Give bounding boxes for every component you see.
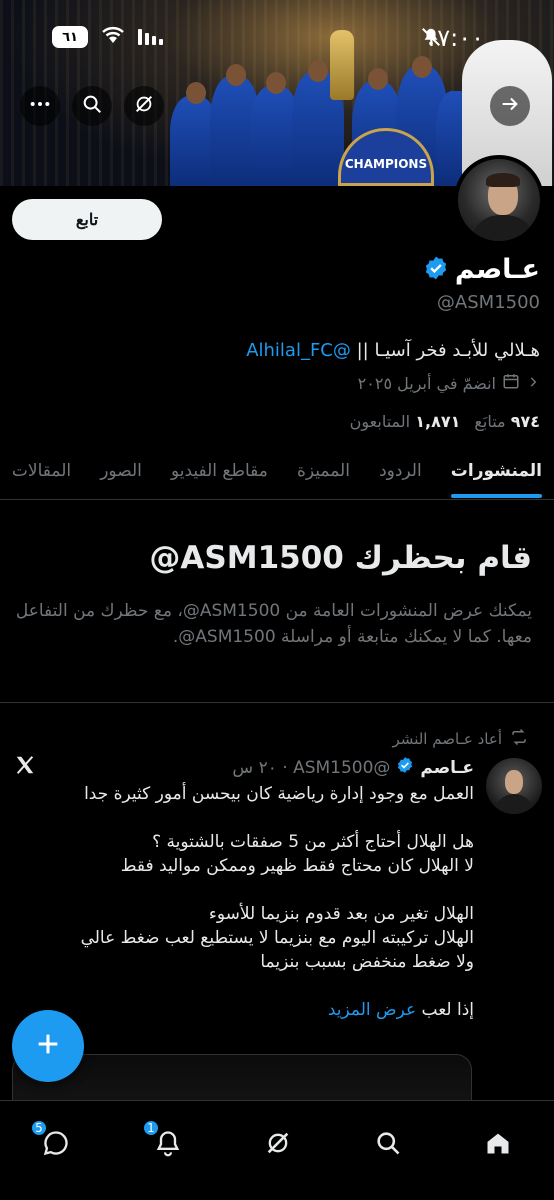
banner-head	[368, 68, 388, 90]
profile-handle: @ASM1500	[436, 292, 540, 313]
tweet-avatar[interactable]	[486, 758, 542, 814]
tab-highlights[interactable]: المميزة	[285, 446, 362, 499]
followers-stat[interactable]: ١,٨٧١ المتابعون	[350, 412, 461, 431]
verified-badge-icon	[396, 756, 414, 779]
tab-photos[interactable]: الصور	[88, 446, 154, 499]
nav-messages[interactable]: 5	[30, 1119, 78, 1167]
tweet-line: ولا ضغط منخفض بسبب بنزيما	[260, 952, 474, 972]
grok-icon	[264, 1129, 292, 1161]
compose-button[interactable]	[12, 1010, 84, 1082]
repost-label: أعاد عـاصم النشر	[392, 730, 502, 748]
blocked-description: يمكنك عرض المنشورات العامة من ASM1500@، …	[15, 601, 532, 647]
bottom-nav: 5 1	[0, 1100, 554, 1200]
tab-posts[interactable]: المنشورات	[439, 446, 554, 499]
joined-date: انضمّ في أبريل ٢٠٢٥	[357, 373, 496, 393]
profile-name-row: عـاصم	[423, 254, 540, 285]
avatar-face	[505, 770, 523, 794]
avatar-suit	[494, 794, 534, 814]
wifi-icon	[100, 25, 126, 49]
followers-count: ١,٨٧١	[415, 412, 461, 431]
profile-tabs: المنشورات الردود المميزة مقاطع الفيديو ا…	[0, 446, 554, 500]
mute-icon	[420, 26, 442, 52]
tweet-header: عـاصم @ASM1500 · ٢٠ س	[232, 756, 474, 779]
grok-icon	[133, 93, 155, 119]
verified-badge-icon	[423, 255, 449, 285]
profile-bio: هـلالي للأبـد فخر آسيـا || @Alhilal_FC	[246, 340, 540, 361]
nav-home[interactable]	[476, 1123, 520, 1167]
tweet-line: العمل مع وجود إدارة رياضية كان بيحسن أمو…	[84, 784, 474, 804]
repost-indicator: أعاد عـاصم النشر	[393, 728, 528, 750]
chevron-icon	[526, 374, 540, 393]
nav-notifications[interactable]: 1	[142, 1119, 190, 1167]
following-label: متابَع	[474, 412, 506, 431]
messages-icon	[42, 1129, 70, 1161]
profile-joined: انضمّ في أبريل ٢٠٢٥	[358, 372, 540, 394]
tweet-handle-time: @ASM1500 · ٢٠ س	[232, 757, 391, 778]
following-count: ٩٧٤	[510, 412, 540, 431]
battery-icon: ٦١	[52, 26, 88, 48]
repost-icon	[510, 728, 528, 750]
tweet-line	[14, 806, 474, 830]
banner-head	[186, 82, 206, 104]
profile-avatar[interactable]	[454, 155, 544, 245]
tweet-line: الهلال تركيبته اليوم مع بنزيما لا يستطيع…	[80, 928, 474, 948]
bio-link[interactable]: @Alhilal_FC	[246, 340, 351, 361]
profile-stats: ٩٧٤ متابَع ١,٨٧١ المتابعون	[350, 412, 540, 431]
tweet-line	[14, 878, 474, 902]
followers-label: المتابعون	[349, 412, 411, 431]
show-more-link[interactable]: عرض المزيد	[328, 1000, 416, 1020]
divider	[0, 702, 554, 703]
tweet-author-name[interactable]: عـاصم	[420, 758, 474, 778]
tweet-line: لا الهلال كان محتاج فقط ظهير وممكن موالي…	[120, 856, 474, 876]
tweet-line	[14, 974, 474, 998]
profile-name: عـاصم	[454, 254, 540, 285]
bell-icon	[154, 1129, 182, 1161]
nav-search[interactable]	[366, 1123, 410, 1167]
signal-icon	[138, 27, 164, 49]
messages-badge: 5	[30, 1119, 48, 1137]
notifications-badge: 1	[142, 1119, 160, 1137]
calendar-icon	[502, 372, 520, 394]
tweet-last-line: إذا لعب عرض المزيد	[14, 998, 474, 1022]
bio-text: هـلالي للأبـد فخر آسيـا ||	[350, 340, 540, 361]
arrow-right-icon	[499, 93, 521, 119]
tweet-line: الهلال تغير من بعد قدوم بنزيما للأسوء	[208, 904, 474, 924]
x-logo-icon[interactable]	[14, 754, 36, 782]
status-bar: ١٧:٠٠ ٦١	[0, 0, 554, 70]
home-icon	[484, 1129, 512, 1161]
banner-head	[266, 72, 286, 94]
tweet-line: إذا لعب	[416, 1000, 474, 1020]
search-icon	[374, 1129, 402, 1161]
tweet-line: هل الهلال أحتاج أكثر من 5 صفقات بالشتوية…	[152, 832, 474, 852]
avatar-hair	[486, 173, 520, 187]
grok-button[interactable]	[124, 86, 164, 126]
tab-videos[interactable]: مقاطع الفيديو	[159, 446, 280, 499]
more-dots-icon	[29, 93, 51, 119]
tweet-body[interactable]: العمل مع وجود إدارة رياضية كان بيحسن أمو…	[14, 782, 474, 1022]
search-icon	[81, 93, 103, 119]
avatar-suit	[470, 215, 536, 241]
search-button[interactable]	[72, 86, 112, 126]
following-stat[interactable]: ٩٧٤ متابَع	[474, 412, 540, 431]
blocked-title: قام بحظرك ASM1500@	[149, 540, 532, 576]
tab-replies[interactable]: الردود	[367, 446, 434, 499]
more-button[interactable]	[20, 86, 60, 126]
plus-icon	[34, 1030, 62, 1062]
tab-articles[interactable]: المقالات	[0, 446, 83, 499]
back-button[interactable]	[490, 86, 530, 126]
follow-button[interactable]: تابع	[12, 199, 162, 240]
nav-grok[interactable]	[256, 1123, 300, 1167]
